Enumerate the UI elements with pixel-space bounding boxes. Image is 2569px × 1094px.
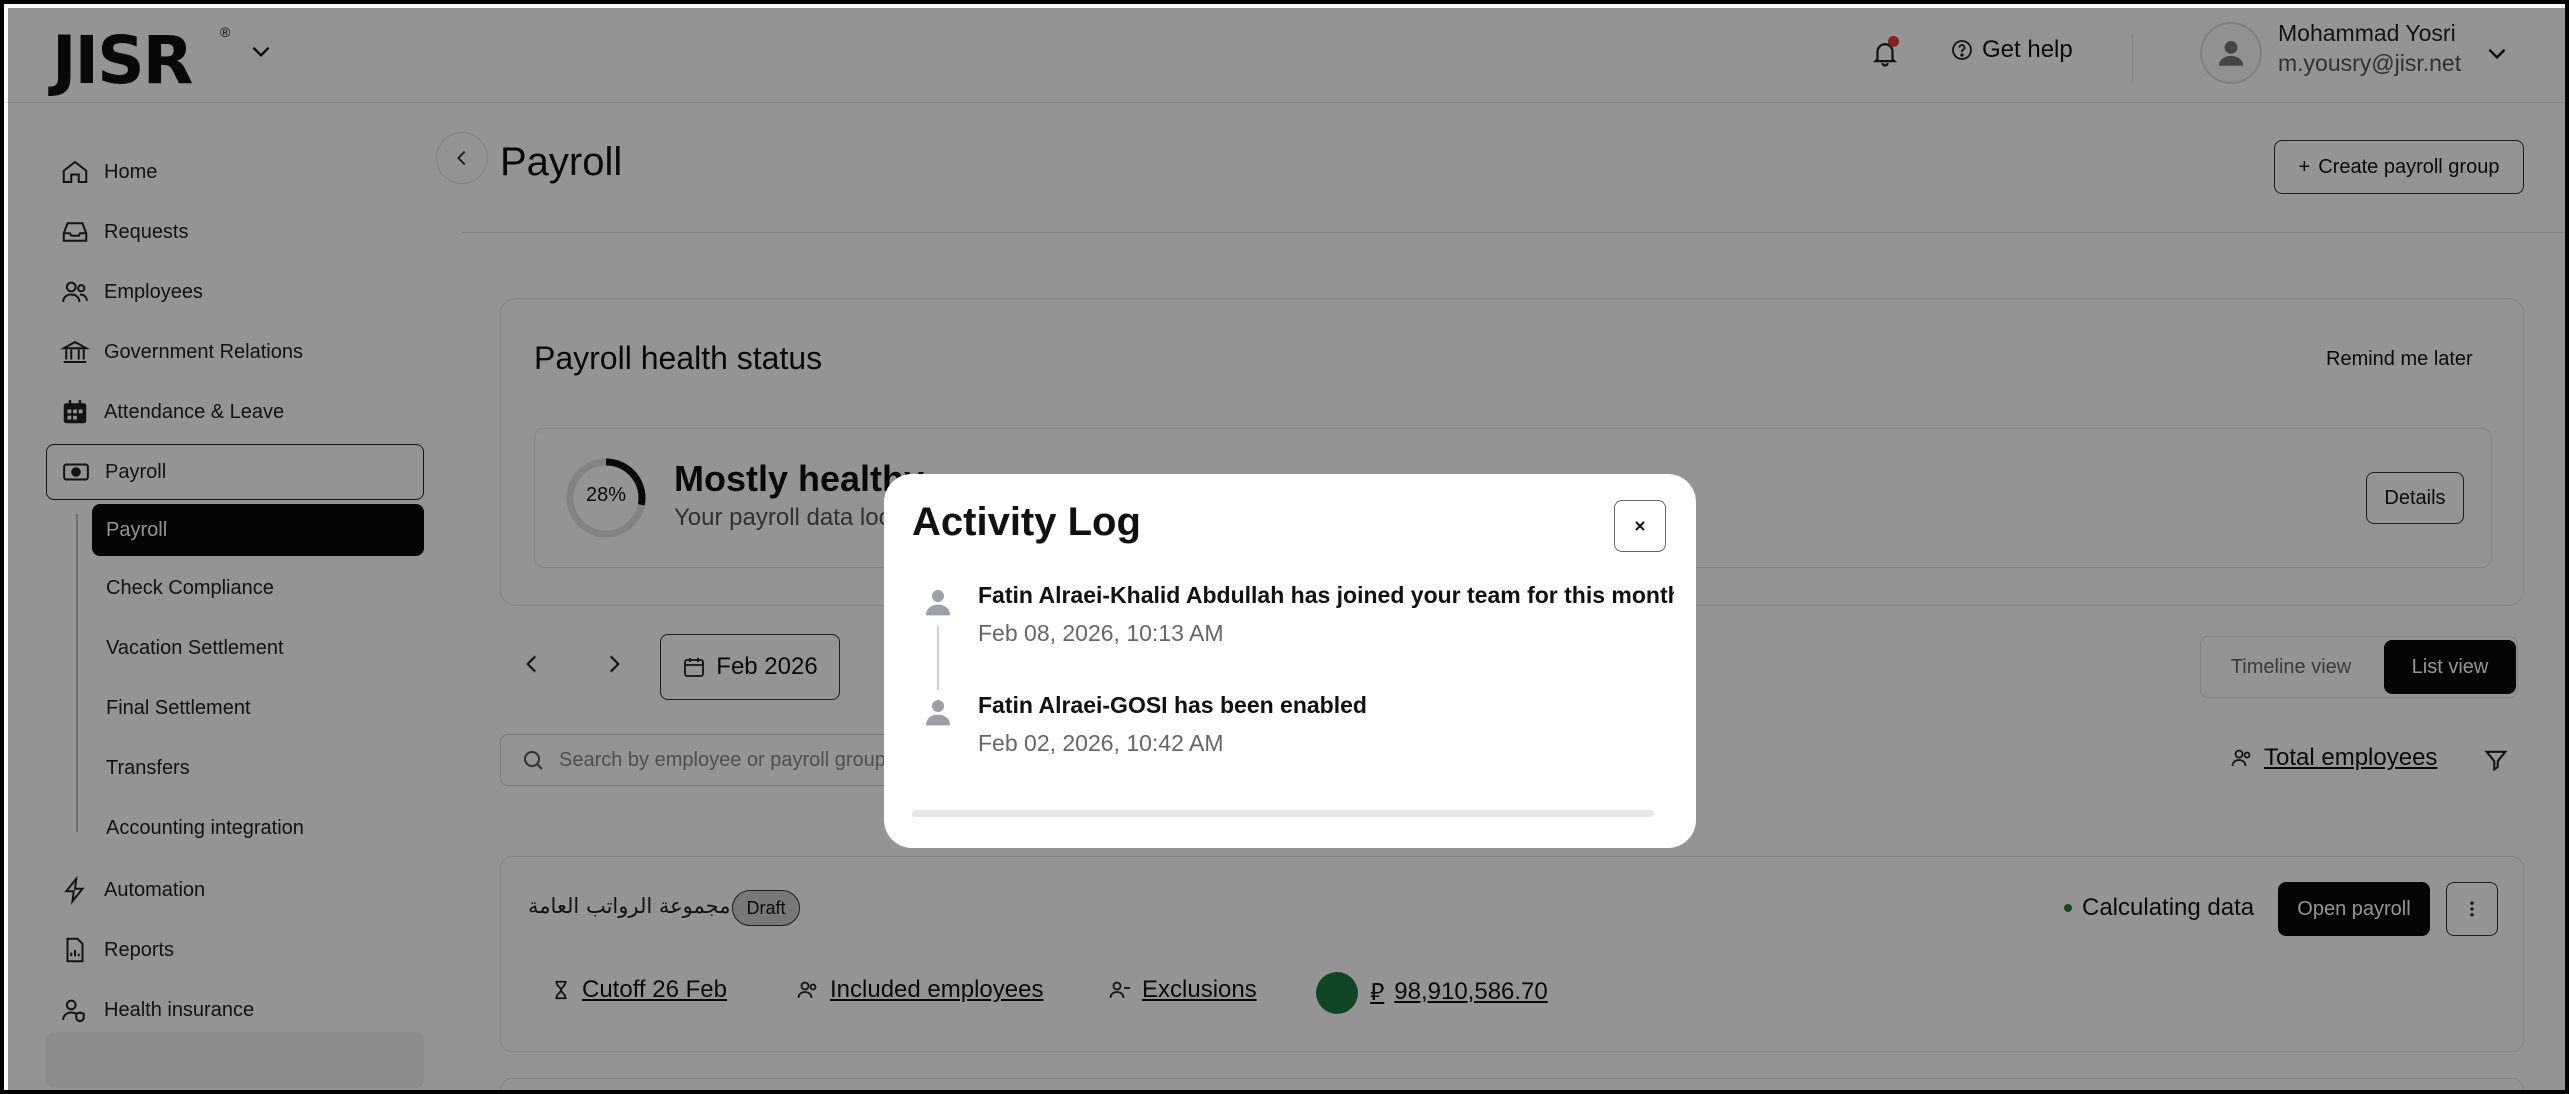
app-window: JISR ® Get help Mohammad Yosri m.yousry@… <box>0 0 2569 1094</box>
activity-entry-text: Fatin Alraei-GOSI has been enabled <box>978 692 1367 718</box>
activity-entry-time: Feb 08, 2026, 10:13 AM <box>978 620 1224 646</box>
timeline-connector <box>937 626 939 690</box>
activity-log-modal: Activity Log Fatin Alraei-Khalid Abdulla… <box>884 474 1696 848</box>
close-button[interactable] <box>1614 500 1666 552</box>
close-icon <box>1635 521 1645 531</box>
horizontal-scrollbar[interactable] <box>912 810 1654 817</box>
activity-entry-text: Fatin Alraei-Khalid Abdullah has joined … <box>978 582 1674 608</box>
activity-entry-time: Feb 02, 2026, 10:42 AM <box>978 730 1224 756</box>
person-icon <box>926 700 950 726</box>
modal-title: Activity Log <box>912 500 1141 544</box>
person-icon <box>926 590 950 616</box>
